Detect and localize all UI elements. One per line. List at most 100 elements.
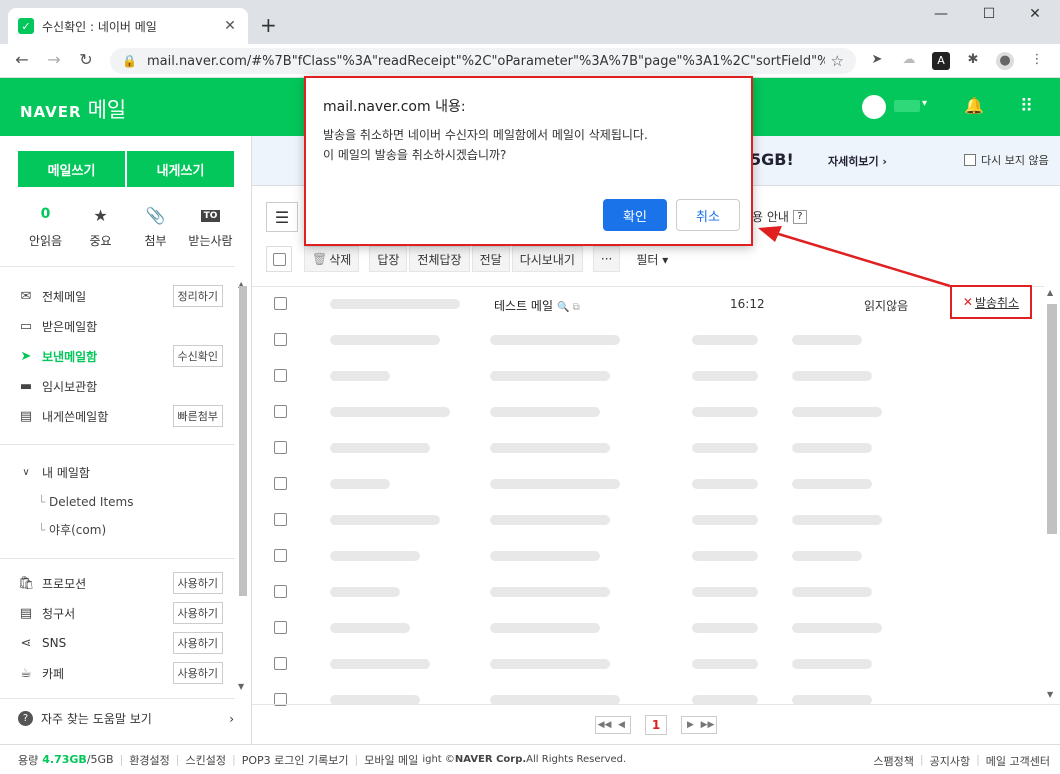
window-close-icon[interactable]: ✕ [1012,6,1058,22]
banner-hide-checkbox[interactable]: 다시 보지 않음 [964,152,1049,168]
mail-row[interactable] [252,646,1044,682]
address-bar[interactable]: 🔒 mail.naver.com/#%7B"fClass"%3A"readRec… [110,48,856,74]
sidebar-item-promotion[interactable]: 🛍 프로모션 사용하기 [18,571,223,595]
sidebar-item-yahoo[interactable]: └ 야후(com) [38,521,106,538]
stat-unread[interactable]: 0 안읽음 [18,206,73,249]
use-button[interactable]: 사용하기 [172,602,223,624]
mail-row[interactable] [252,466,1044,502]
cloud-extension-icon[interactable]: ☁ [900,52,918,70]
row-checkbox[interactable] [274,369,287,382]
mail-row[interactable] [252,394,1044,430]
use-button[interactable]: 사용하기 [172,662,223,684]
row-checkbox[interactable] [274,297,287,310]
sidebar-item-cafe[interactable]: ☕ 카페 사용하기 [18,661,223,685]
use-button[interactable]: 사용하기 [172,572,223,594]
row-checkbox[interactable] [274,513,287,526]
write-mail-button[interactable]: 메일쓰기 [18,151,125,187]
use-button[interactable]: 사용하기 [172,632,223,654]
usage-guide[interactable]: 용 안내 ? [752,208,807,225]
select-all-checkbox[interactable] [266,246,292,272]
puzzle-extensions-icon[interactable]: ✱ [964,52,982,70]
minimize-icon[interactable]: — [918,6,964,22]
sidebar-item-sent[interactable]: ➤ 보낸메일함 수신확인 [18,344,223,368]
forward-button[interactable]: 전달 [471,246,510,272]
quick-attach-button[interactable]: 빠른첨부 [172,405,223,427]
settings-link[interactable]: 환경설정 [129,752,169,768]
customer-center-link[interactable]: 메일 고객센터 [986,753,1050,769]
browser-menu-icon[interactable]: ⋮ [1028,52,1046,70]
delete-button[interactable]: 🗑 삭제 [304,246,360,272]
user-avatar[interactable] [862,95,886,119]
stat-recipient[interactable]: TO 받는사람 [183,206,238,249]
apps-grid-icon[interactable]: ⠿ [1020,96,1033,117]
hamburger-menu-icon[interactable]: ☰ [266,202,298,232]
browser-tab[interactable]: ✓ 수신확인 : 네이버 메일 ✕ [8,8,248,44]
mail-row[interactable] [252,574,1044,610]
sidebar-item-all-mail[interactable]: ✉ 전체메일 정리하기 [18,284,223,308]
naver-mail-logo[interactable]: NAVER 메일 [20,94,126,124]
new-tab-icon[interactable]: + [260,13,277,37]
reload-icon[interactable]: ↻ [74,50,98,69]
reply-all-button[interactable]: 전체답장 [409,246,470,272]
mail-row[interactable] [252,538,1044,574]
write-self-button[interactable]: 내게쓰기 [127,151,234,187]
row-checkbox[interactable] [274,441,287,454]
page-next-group[interactable]: ▶ ▶▶ [681,715,717,734]
current-page[interactable]: 1 [645,714,667,735]
mail-row[interactable] [252,322,1044,358]
tab-close-icon[interactable]: ✕ [222,18,238,34]
mail-subject[interactable]: 테스트 메일 🔍 ⧉ [494,297,580,314]
row-checkbox[interactable] [274,657,287,670]
mail-row[interactable] [252,610,1044,646]
scrollbar-thumb[interactable] [239,286,247,596]
skin-settings-link[interactable]: 스킨설정 [186,752,226,768]
maximize-icon[interactable]: ☐ [966,6,1012,22]
row-checkbox[interactable] [274,621,287,634]
my-mailbox-toggle[interactable]: ∨ 내 메일함 [18,460,223,484]
sidebar-item-bills[interactable]: ▤ 청구서 사용하기 [18,601,223,625]
scroll-down-icon[interactable]: ▼ [1047,690,1053,699]
mail-row[interactable]: 테스트 메일 🔍 ⧉ 16:12 읽지않음 [252,286,1044,322]
bookmark-star-icon[interactable]: ☆ [831,52,844,70]
row-checkbox[interactable] [274,585,287,598]
back-icon[interactable]: ← [10,50,34,69]
list-scrollbar[interactable]: ▲ ▼ [1044,288,1060,704]
help-link[interactable]: ? 자주 찾는 도움말 보기 › [18,710,234,727]
cursor-extension-icon[interactable]: ➤ [868,52,886,70]
banner-detail-link[interactable]: 자세히보기 › [828,153,887,169]
pop3-log-link[interactable]: POP3 로그인 기록보기 [242,752,349,768]
cancel-send-button[interactable]: ✕ 발송취소 [950,285,1032,319]
row-checkbox[interactable] [274,477,287,490]
profile-avatar-icon[interactable]: ● [996,52,1014,70]
bell-icon[interactable]: 🔔 [964,96,984,115]
mail-row[interactable] [252,358,1044,394]
organize-button[interactable]: 정리하기 [172,285,223,307]
sidebar-item-self-mail[interactable]: ▤ 내게쓴메일함 빠른첨부 [18,404,223,428]
chevron-down-icon[interactable]: ▾ [922,98,927,109]
stat-important[interactable]: ★ 중요 [73,206,128,249]
mail-row[interactable] [252,502,1044,538]
reply-button[interactable]: 답장 [369,246,408,272]
row-checkbox[interactable] [274,549,287,562]
stat-attachment[interactable]: 📎 첨부 [128,206,183,249]
sidebar-item-drafts[interactable]: ▬ 임시보관함 [18,374,223,398]
notice-link[interactable]: 공지사항 [930,753,970,769]
page-prev-group[interactable]: ◀◀ ◀ [595,715,631,734]
preview-icon[interactable]: 🔍 ⧉ [557,302,580,313]
more-button[interactable]: ··· [592,246,621,272]
user-name-hidden[interactable] [894,100,920,112]
mail-row[interactable] [252,430,1044,466]
ok-button[interactable]: 확인 [603,199,667,231]
scrollbar-thumb[interactable] [1047,304,1057,534]
forward-icon[interactable]: → [42,50,66,69]
scroll-down-icon[interactable]: ▼ [238,682,244,691]
row-checkbox[interactable] [274,333,287,346]
mobile-mail-link[interactable]: 모바일 메일 [364,752,418,768]
cancel-button[interactable]: 취소 [676,199,740,231]
filter-dropdown[interactable]: 필터 ▾ [636,251,668,268]
read-receipt-button[interactable]: 수신확인 [172,345,223,367]
sidebar-item-inbox[interactable]: ▭ 받은메일함 [18,314,223,338]
resend-button[interactable]: 다시보내기 [511,246,583,272]
a-extension-icon[interactable]: A [932,52,950,70]
sidebar-scrollbar[interactable]: ▲ ▼ [236,280,250,691]
